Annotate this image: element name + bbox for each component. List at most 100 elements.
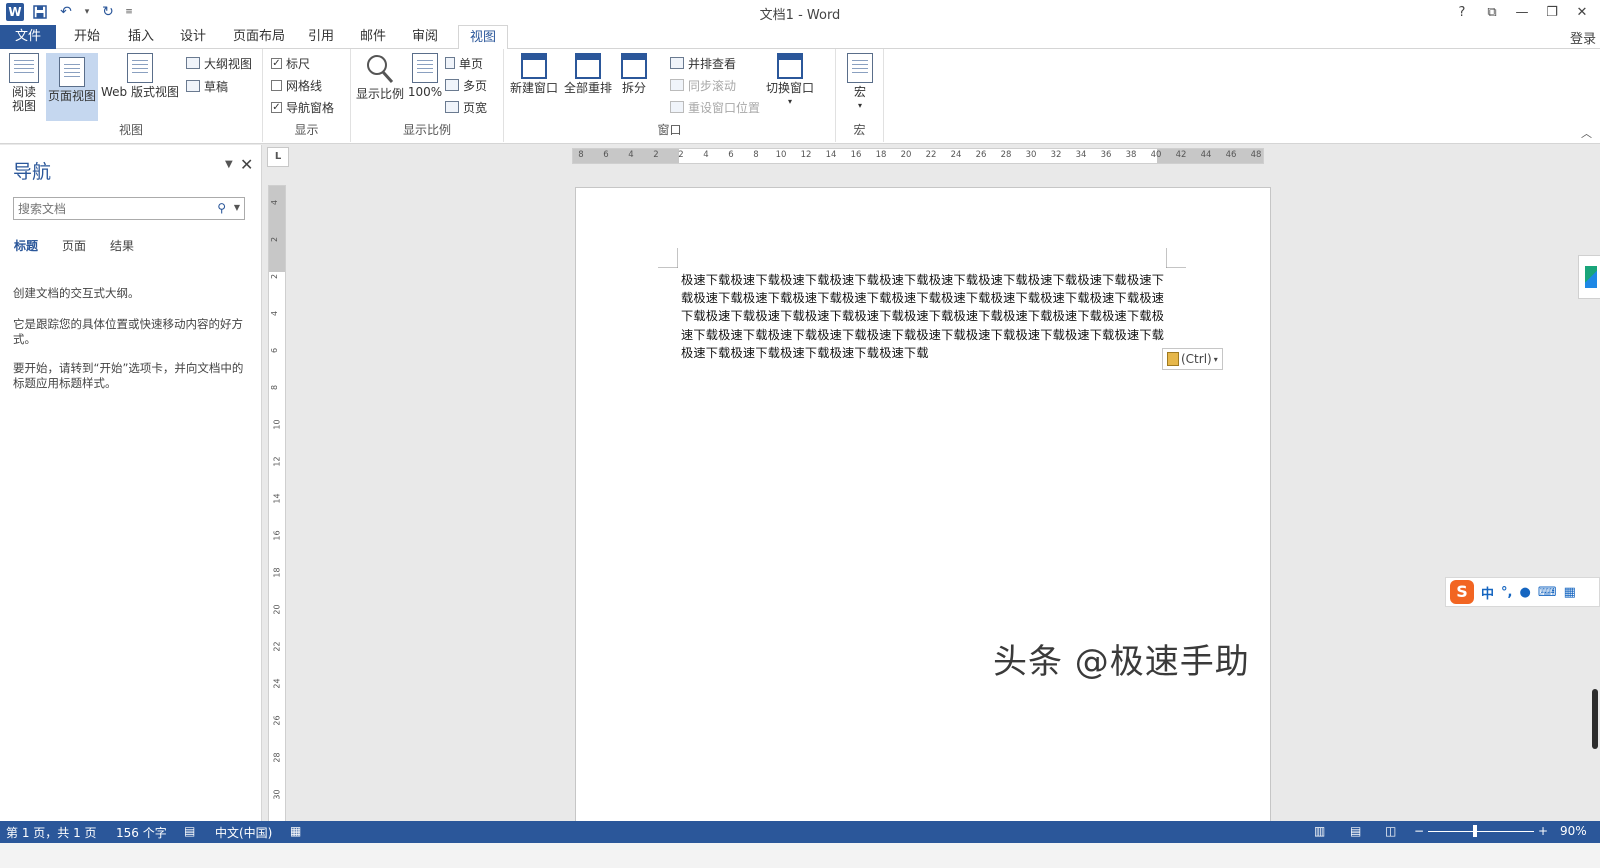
view-side-by-side-button[interactable]: 并排查看 [670, 53, 736, 73]
crop-mark-top-left [658, 248, 678, 268]
proofing-icon[interactable]: ▤ [184, 824, 195, 838]
ribbon-display-options-button[interactable]: ⧉ [1478, 2, 1506, 22]
ruler-tick-label: 6 [603, 150, 609, 160]
tab-insert[interactable]: 插入 [118, 25, 164, 49]
ruler-tick-label: 42 [1175, 150, 1187, 160]
ruler-tick-label: 2 [678, 150, 684, 160]
nav-tab-pages[interactable]: 页面 [62, 237, 86, 254]
nav-search-input[interactable] [14, 198, 204, 219]
navigation-pane: 导航 ▼ ✕ ⚲ ▼ 标题 页面 结果 创建文档的交互式大纲。 它是跟踪您的具体… [0, 145, 262, 821]
title-bar: W ↶ ▾ ↻ ≡ 文档1 - Word ? ⧉ — ❐ ✕ [0, 0, 1600, 25]
zoom-slider-thumb[interactable] [1473, 825, 1477, 837]
horizontal-ruler[interactable]: 8 6 4 2 2 4 6 8 10 12 14 16 18 20 22 24 26 28 30 32 34 36 38 40… [572, 148, 1264, 164]
ruler-tick-label: 24 [272, 678, 282, 689]
sogou-logo-icon[interactable]: S [1450, 580, 1474, 604]
minimize-button[interactable]: — [1508, 2, 1536, 22]
ruler-tick-label: 22 [272, 641, 282, 652]
close-button[interactable]: ✕ [1568, 2, 1596, 22]
zoom-label: 显示比例 [355, 87, 404, 101]
tab-review[interactable]: 审阅 [402, 25, 448, 49]
ime-menu-grid-icon[interactable]: ▦ [1564, 585, 1576, 600]
sign-in-link[interactable]: 登录 [1570, 28, 1596, 47]
macro-record-icon[interactable]: ▦ [290, 824, 301, 838]
nav-search-box: ⚲ ▼ [13, 197, 245, 220]
language-status[interactable]: 中文(中国) [215, 824, 272, 841]
switch-windows-button[interactable]: 切换窗口 ▾ [762, 53, 818, 109]
ruler-tick-label: 4 [270, 310, 280, 317]
page-width-button[interactable]: 页宽 [445, 97, 487, 117]
print-layout-button[interactable]: 页面视图 [46, 53, 98, 121]
zoom-percent-status[interactable]: 90% [1560, 824, 1587, 838]
floating-app-widget[interactable] [1578, 255, 1600, 299]
synchronous-scrolling-button[interactable]: 同步滚动 [670, 75, 736, 95]
ruler-tick-label: 20 [272, 604, 282, 615]
tab-page-layout[interactable]: 页面布局 [224, 25, 294, 49]
draft-icon [186, 80, 200, 92]
arrange-all-button[interactable]: 全部重排 [562, 53, 614, 95]
page-width-icon [445, 101, 459, 113]
nav-pane-options-icon[interactable]: ▼ [225, 159, 233, 170]
nav-tab-results[interactable]: 结果 [110, 237, 134, 254]
reset-position-label: 重设窗口位置 [688, 100, 761, 115]
draft-label: 草稿 [204, 79, 229, 94]
arrange-all-label: 全部重排 [563, 81, 612, 95]
web-layout-status-icon[interactable]: ◫ [1385, 824, 1396, 838]
watermark-text: 头条 @极速手助 [993, 642, 1250, 682]
collapse-ribbon-icon[interactable]: ︿ [1581, 125, 1592, 141]
taskbar-strip [0, 843, 1600, 868]
navigation-pane-checkbox[interactable]: ✓ 导航窗格 [271, 97, 334, 117]
vertical-scrollbar[interactable] [1592, 689, 1598, 749]
tab-design[interactable]: 设计 [170, 25, 216, 49]
new-window-button[interactable]: 新建窗口 [508, 53, 560, 95]
tab-view[interactable]: 视图 [458, 25, 508, 50]
document-body-text[interactable]: 极速下载极速下载极速下载极速下载极速下载极速下载极速下载极速下载极速下载极速下载… [681, 271, 1173, 362]
outline-view-button[interactable]: 大纲视图 [186, 53, 252, 73]
macros-icon [847, 53, 873, 83]
tab-references[interactable]: 引用 [298, 25, 344, 49]
ime-language-toggle[interactable]: 中 [1481, 583, 1494, 602]
ime-punctuation-toggle[interactable]: °, [1501, 585, 1512, 600]
tab-mailings[interactable]: 邮件 [350, 25, 396, 49]
zoom-slider[interactable] [1428, 825, 1534, 837]
split-button[interactable]: 拆分 [616, 53, 652, 95]
multiple-pages-button[interactable]: 多页 [445, 75, 487, 95]
side-by-side-icon [670, 57, 684, 69]
one-page-button[interactable]: 单页 [445, 53, 483, 73]
print-layout-status-icon[interactable]: ▤ [1350, 824, 1361, 838]
read-mode-button[interactable]: 阅读 视图 [4, 53, 44, 113]
tab-home[interactable]: 开始 [64, 25, 110, 49]
help-button[interactable]: ? [1448, 2, 1476, 22]
nav-pane-close-icon[interactable]: ✕ [240, 155, 253, 174]
zoom-100-button[interactable]: 100% [407, 53, 443, 99]
ruler-checkbox[interactable]: ✓ 标尺 [271, 53, 310, 73]
ruler-tick-label: 2 [653, 150, 659, 160]
zoom-button[interactable]: 显示比例 [355, 53, 405, 101]
window-controls: ? ⧉ — ❐ ✕ [1448, 2, 1596, 22]
print-layout-label: 页面视图 [47, 89, 96, 103]
new-window-label: 新建窗口 [509, 81, 558, 95]
search-icon[interactable]: ⚲ [217, 201, 226, 215]
zoom-in-button[interactable]: + [1538, 824, 1548, 838]
macros-group-label: 宏 [853, 123, 866, 137]
reset-window-position-button[interactable]: 重设窗口位置 [670, 97, 760, 117]
vertical-ruler[interactable]: 4 2 2 4 6 8 10 12 14 16 18 20 22 24 26 28 30 [268, 185, 286, 821]
microphone-icon[interactable]: ● [1519, 585, 1530, 600]
ribbon: 阅读 视图 页面视图 Web 版式视图 大纲视图 草稿 视图 ✓ 标尺 网格线 [0, 49, 1600, 144]
tab-stop-selector[interactable]: L [267, 147, 289, 167]
tab-file[interactable]: 文件 [0, 25, 56, 49]
read-mode-status-icon[interactable]: ▥ [1314, 824, 1325, 838]
keyboard-icon[interactable]: ⌨ [1538, 585, 1557, 600]
macros-button[interactable]: 宏 ▾ [842, 53, 878, 113]
search-options-dropdown-icon[interactable]: ▼ [234, 203, 240, 212]
draft-view-button[interactable]: 草稿 [186, 76, 228, 96]
ruler-tick-label: 4 [628, 150, 634, 160]
web-layout-button[interactable]: Web 版式视图 [100, 53, 180, 99]
nav-tab-headings[interactable]: 标题 [14, 237, 38, 254]
restore-button[interactable]: ❐ [1538, 2, 1566, 22]
zoom-out-button[interactable]: − [1414, 824, 1424, 838]
paste-options-button[interactable]: (Ctrl) ▾ [1162, 348, 1223, 370]
word-count-status[interactable]: 156 个字 [116, 824, 167, 841]
page-count-status[interactable]: 第 1 页，共 1 页 [6, 824, 97, 841]
gridlines-checkbox[interactable]: 网格线 [271, 75, 322, 95]
document-page[interactable]: 极速下载极速下载极速下载极速下载极速下载极速下载极速下载极速下载极速下载极速下载… [575, 187, 1271, 821]
